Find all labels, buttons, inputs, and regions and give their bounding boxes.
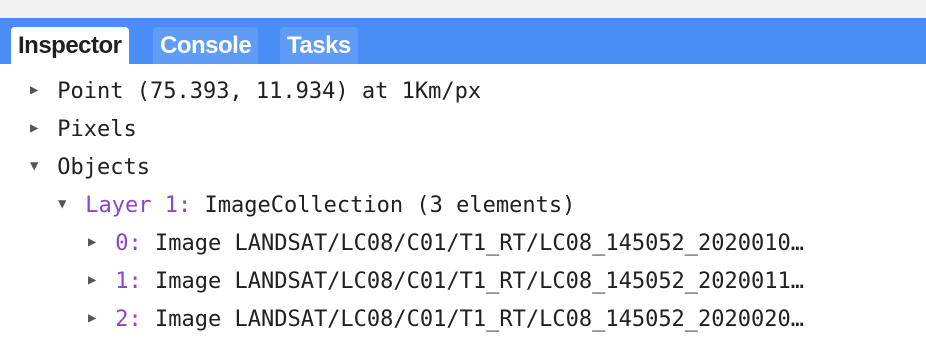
tree-item-image-0[interactable]: ▶ 0: Image LANDSAT/LC08/C01/T1_RT/LC08_1… — [88, 225, 804, 263]
image-value: Image LANDSAT/LC08/C01/T1_RT/LC08_145052… — [155, 307, 805, 332]
image-key: 0: — [115, 231, 142, 256]
triangle-right-icon[interactable]: ▶ — [88, 299, 102, 337]
tree-item-point[interactable]: ▶ Point (75.393, 11.934) at 1Km/px — [30, 73, 481, 111]
triangle-down-icon[interactable]: ▼ — [58, 185, 72, 223]
tree-item-pixels[interactable]: ▶ Pixels — [30, 111, 137, 149]
triangle-right-icon[interactable]: ▶ — [30, 71, 44, 109]
tree-item-image-1[interactable]: ▶ 1: Image LANDSAT/LC08/C01/T1_RT/LC08_1… — [88, 263, 804, 301]
triangle-right-icon[interactable]: ▶ — [30, 109, 44, 147]
image-key: 1: — [115, 269, 142, 294]
tree-item-image-2[interactable]: ▶ 2: Image LANDSAT/LC08/C01/T1_RT/LC08_1… — [88, 301, 804, 339]
point-label: Point (75.393, 11.934) at 1Km/px — [57, 79, 482, 104]
layer-key: Layer 1: — [85, 193, 192, 218]
pixels-label: Pixels — [57, 117, 137, 142]
top-strip — [0, 0, 926, 18]
tab-console[interactable]: Console — [153, 27, 259, 64]
layer-value: ImageCollection (3 elements) — [204, 193, 576, 218]
tree-item-objects[interactable]: ▼ Objects — [30, 149, 150, 187]
image-value: Image LANDSAT/LC08/C01/T1_RT/LC08_145052… — [155, 231, 805, 256]
tab-inspector[interactable]: Inspector — [11, 27, 129, 64]
image-value: Image LANDSAT/LC08/C01/T1_RT/LC08_145052… — [155, 269, 805, 294]
objects-label: Objects — [57, 155, 150, 180]
triangle-right-icon[interactable]: ▶ — [88, 223, 102, 261]
triangle-down-icon[interactable]: ▼ — [30, 147, 44, 185]
tab-tasks[interactable]: Tasks — [280, 27, 358, 64]
image-key: 2: — [115, 307, 142, 332]
tab-bar: Inspector Console Tasks — [0, 18, 926, 64]
triangle-right-icon[interactable]: ▶ — [88, 261, 102, 299]
tree-item-layer-1[interactable]: ▼ Layer 1: ImageCollection (3 elements) — [58, 187, 575, 225]
